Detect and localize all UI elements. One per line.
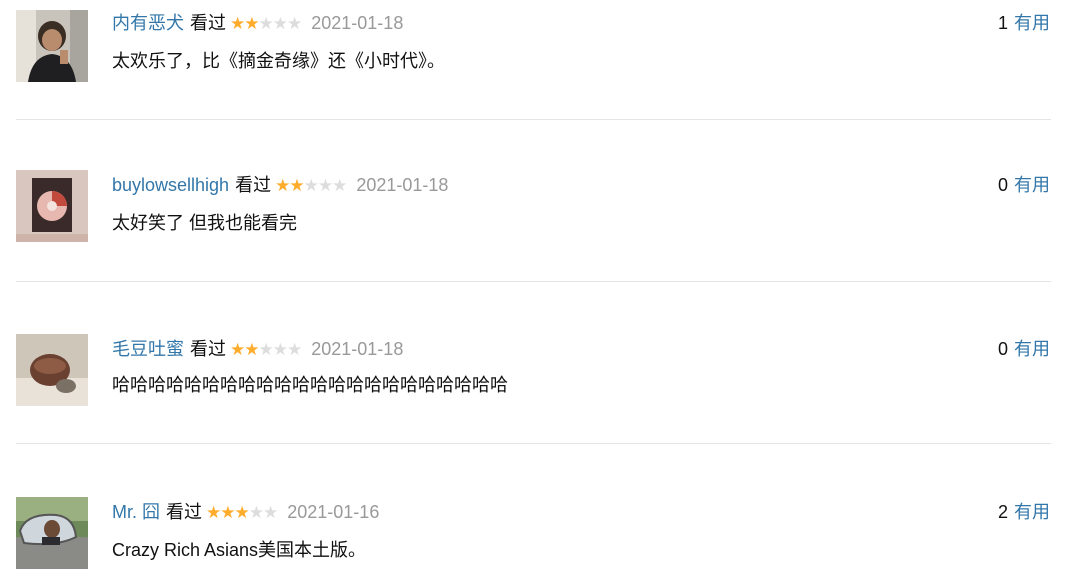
divider bbox=[16, 443, 1051, 444]
star-filled-icon: ★ bbox=[234, 503, 250, 522]
divider bbox=[16, 281, 1051, 282]
comment-text: 太好笑了 但我也能看完 bbox=[112, 213, 297, 233]
useful-button[interactable]: 有用 bbox=[1014, 13, 1050, 33]
username-link[interactable]: buylowsellhigh bbox=[112, 175, 229, 195]
star-empty-icon: ★ bbox=[272, 14, 288, 33]
useful-button[interactable]: 有用 bbox=[1014, 339, 1050, 359]
avatar[interactable] bbox=[16, 170, 88, 242]
star-filled-icon: ★ bbox=[220, 503, 235, 522]
vote-count: 2 bbox=[997, 502, 1008, 522]
star-empty-icon: ★ bbox=[287, 340, 302, 359]
comment-date: 2021-01-18 bbox=[311, 13, 404, 33]
comment-meta: buylowsellhigh 看过 ★★★★★ 2021-01-18 bbox=[112, 172, 448, 198]
rating-stars: ★★★★★ bbox=[230, 337, 302, 363]
avatar[interactable] bbox=[16, 497, 88, 569]
star-filled-icon: ★ bbox=[244, 340, 259, 359]
comment-item: 毛豆吐蜜 看过 ★★★★★ 2021-01-18 哈哈哈哈哈哈哈哈哈哈哈哈哈哈哈哈哈哈… bbox=[0, 334, 1080, 424]
star-filled-icon: ★ bbox=[275, 176, 290, 195]
watch-status: 看过 bbox=[235, 175, 272, 195]
vote-count: 0 bbox=[997, 175, 1008, 195]
star-empty-icon: ★ bbox=[317, 176, 333, 195]
username-link[interactable]: Mr. 囧 bbox=[112, 502, 160, 522]
useful-button[interactable]: 有用 bbox=[1014, 175, 1050, 195]
star-empty-icon: ★ bbox=[258, 340, 274, 359]
star-empty-icon: ★ bbox=[272, 340, 288, 359]
rating-stars: ★★★★★ bbox=[206, 500, 278, 526]
comment-item: Mr. 囧看过 ★★★★★ 2021-01-16 Crazy Rich Asians… bbox=[0, 497, 1080, 587]
avatar[interactable] bbox=[16, 334, 88, 406]
star-empty-icon: ★ bbox=[263, 503, 278, 522]
star-filled-icon: ★ bbox=[230, 14, 245, 33]
rating-stars: ★★★★★ bbox=[230, 11, 302, 37]
vote-count: 0 bbox=[997, 339, 1008, 359]
username-link[interactable]: 毛豆吐蜜 bbox=[112, 339, 184, 359]
comment-text: Crazy Rich Asians美国本土版。 bbox=[112, 540, 367, 560]
rating-stars: ★★★★★ bbox=[275, 173, 347, 199]
star-empty-icon: ★ bbox=[303, 176, 319, 195]
watch-status: 看过 bbox=[166, 502, 202, 522]
star-empty-icon: ★ bbox=[287, 14, 302, 33]
vote-area: 2 有用 bbox=[998, 499, 1050, 525]
star-filled-icon: ★ bbox=[244, 14, 259, 33]
comment-date: 2021-01-16 bbox=[287, 502, 380, 522]
divider bbox=[16, 119, 1051, 120]
star-filled-icon: ★ bbox=[206, 503, 221, 522]
star-empty-icon: ★ bbox=[332, 176, 347, 195]
vote-area: 0 有用 bbox=[998, 336, 1050, 362]
useful-button[interactable]: 有用 bbox=[1014, 502, 1050, 522]
vote-count: 1 bbox=[997, 13, 1008, 33]
watch-status: 看过 bbox=[190, 339, 226, 359]
comment-item: buylowsellhigh 看过 ★★★★★ 2021-01-18 太好笑了 但我也… bbox=[0, 170, 1080, 260]
star-filled-icon: ★ bbox=[230, 340, 245, 359]
comment-meta: 毛豆吐蜜 看过 ★★★★★ 2021-01-18 bbox=[112, 336, 403, 362]
vote-area: 0 有用 bbox=[998, 172, 1050, 198]
comment-meta: 内有恶犬 看过 ★★★★★ 2021-01-18 bbox=[112, 10, 403, 36]
comment-date: 2021-01-18 bbox=[356, 175, 449, 195]
avatar[interactable] bbox=[16, 10, 88, 82]
comment-text: 哈哈哈哈哈哈哈哈哈哈哈哈哈哈哈哈哈哈哈哈哈哈 bbox=[112, 375, 508, 395]
comment-text: 太欢乐了，比《摘金奇缘》还《小时代》。 bbox=[112, 51, 445, 71]
star-filled-icon: ★ bbox=[289, 176, 304, 195]
vote-area: 1 有用 bbox=[998, 10, 1050, 36]
watch-status: 看过 bbox=[190, 13, 226, 33]
username-link[interactable]: 内有恶犬 bbox=[112, 13, 184, 33]
star-empty-icon: ★ bbox=[248, 503, 264, 522]
comment-item: 内有恶犬 看过 ★★★★★ 2021-01-18 太欢乐了，比《摘金奇缘》还《小时代》… bbox=[0, 8, 1080, 98]
star-empty-icon: ★ bbox=[258, 14, 274, 33]
comment-date: 2021-01-18 bbox=[311, 339, 404, 359]
comment-meta: Mr. 囧看过 ★★★★★ 2021-01-16 bbox=[112, 499, 379, 525]
